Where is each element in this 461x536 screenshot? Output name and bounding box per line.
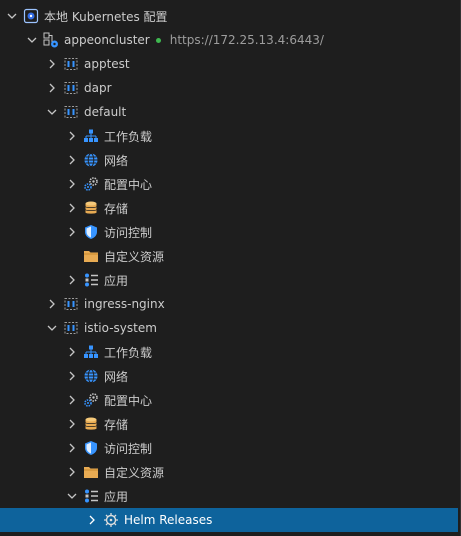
tree-item-default-crd[interactable]: 自定义资源 [0,244,458,268]
tree-item-label: dapr [84,81,112,95]
tree-item-istio-crd[interactable]: 自定义资源 [0,460,458,484]
globe-icon [83,368,99,384]
tree-item-label: apptest [84,57,130,71]
tree-item-label: 配置中心 [104,393,153,408]
tree-item-istio-access[interactable]: 访问控制 [0,436,458,460]
tree-item-label: Helm Releases [124,513,213,527]
tree-item-label: 工作负载 [104,129,153,144]
chevron-right-icon[interactable] [64,392,80,408]
database-icon [83,416,99,432]
tree-item-namespace-default[interactable]: default [0,100,458,124]
chevron-right-icon[interactable] [84,512,100,528]
namespace-icon [63,56,79,72]
chevron-down-icon[interactable] [24,32,40,48]
chevron-right-icon[interactable] [64,440,80,456]
shield-icon [83,224,99,240]
tree-item-label: 访问控制 [104,441,153,456]
tree-item-istio-config[interactable]: 配置中心 [0,388,458,412]
cluster-icon [43,32,59,48]
tree-item-istio-apps[interactable]: 应用 [0,484,458,508]
tree-item-namespace-dapr[interactable]: dapr [0,76,458,100]
chevron-right-icon[interactable] [64,224,80,240]
tree-item-label: default [84,105,127,119]
tree-item-default-network[interactable]: 网络 [0,148,458,172]
tree-item-label: 配置中心 [104,177,153,192]
kubernetes-tree-panel: 本地 Kubernetes 配置 appeoncluster https://1… [0,0,461,536]
namespace-icon [63,80,79,96]
chevron-down-icon[interactable] [44,104,60,120]
apps-icon [83,272,99,288]
helm-icon [103,512,119,528]
chevron-right-icon[interactable] [64,200,80,216]
tree-item-label: 工作负载 [104,345,153,360]
tree-item-namespace-ingress-nginx[interactable]: ingress-nginx [0,292,458,316]
chevron-right-icon[interactable] [64,152,80,168]
tree-item-namespace-istio-system[interactable]: istio-system [0,316,458,340]
tree-item-label: istio-system [84,321,157,335]
tree-item-label: 自定义资源 [104,249,165,264]
chevron-right-icon[interactable] [64,464,80,480]
tree-item-label: 网络 [104,153,129,168]
namespace-icon [63,104,79,120]
tree-item-label: 访问控制 [104,225,153,240]
tree-item-istio-storage[interactable]: 存储 [0,412,458,436]
tree-item-namespace-apptest[interactable]: apptest [0,52,458,76]
cluster-name: appeoncluster [64,33,150,47]
apps-icon [83,488,99,504]
kubernetes-icon [23,8,39,24]
tree-item-default-config[interactable]: 配置中心 [0,172,458,196]
tree-item-default-storage[interactable]: 存储 [0,196,458,220]
namespace-icon [63,296,79,312]
namespace-icon [63,320,79,336]
database-icon [83,200,99,216]
chevron-down-icon[interactable] [44,320,60,336]
tree-item-istio-workloads[interactable]: 工作负载 [0,340,458,364]
folder-icon [83,464,99,480]
tree-item-default-apps[interactable]: 应用 [0,268,458,292]
chevron-down-icon[interactable] [4,8,20,24]
tree-item-label: 本地 Kubernetes 配置 [44,9,168,24]
tree-item-helm-releases[interactable]: Helm Releases [0,508,458,532]
chevron-right-icon[interactable] [64,176,80,192]
workloads-icon [83,128,99,144]
chevron-down-icon[interactable] [64,488,80,504]
chevron-right-icon[interactable] [64,344,80,360]
tree-item-local-kubernetes[interactable]: 本地 Kubernetes 配置 [0,4,458,28]
chevron-right-icon[interactable] [64,416,80,432]
tree-item-label: 网络 [104,369,129,384]
tree-item-label: 应用 [104,273,129,288]
shield-icon [83,440,99,456]
chevron-right-icon[interactable] [64,368,80,384]
chevron-right-icon[interactable] [44,296,60,312]
workloads-icon [83,344,99,360]
cluster-url: https://172.25.13.4:6443/ [169,33,324,47]
chevron-right-icon[interactable] [64,272,80,288]
chevron-right-icon[interactable] [64,128,80,144]
gears-icon [83,176,99,192]
globe-icon [83,152,99,168]
tree-item-istio-network[interactable]: 网络 [0,364,458,388]
tree-item-label: ingress-nginx [84,297,165,311]
cluster-status-indicator [155,37,161,43]
gears-icon [83,392,99,408]
folder-icon [83,248,99,264]
tree-item-label: 应用 [104,489,129,504]
chevron-right-icon[interactable] [44,80,60,96]
chevron-right-icon[interactable] [44,56,60,72]
tree-item-label: 自定义资源 [104,465,165,480]
tree-item-default-workloads[interactable]: 工作负载 [0,124,458,148]
tree-item-label: 存储 [104,417,129,432]
tree-item-label: 存储 [104,201,129,216]
tree-item-cluster[interactable]: appeoncluster https://172.25.13.4:6443/ [0,28,458,52]
tree-item-default-access[interactable]: 访问控制 [0,220,458,244]
